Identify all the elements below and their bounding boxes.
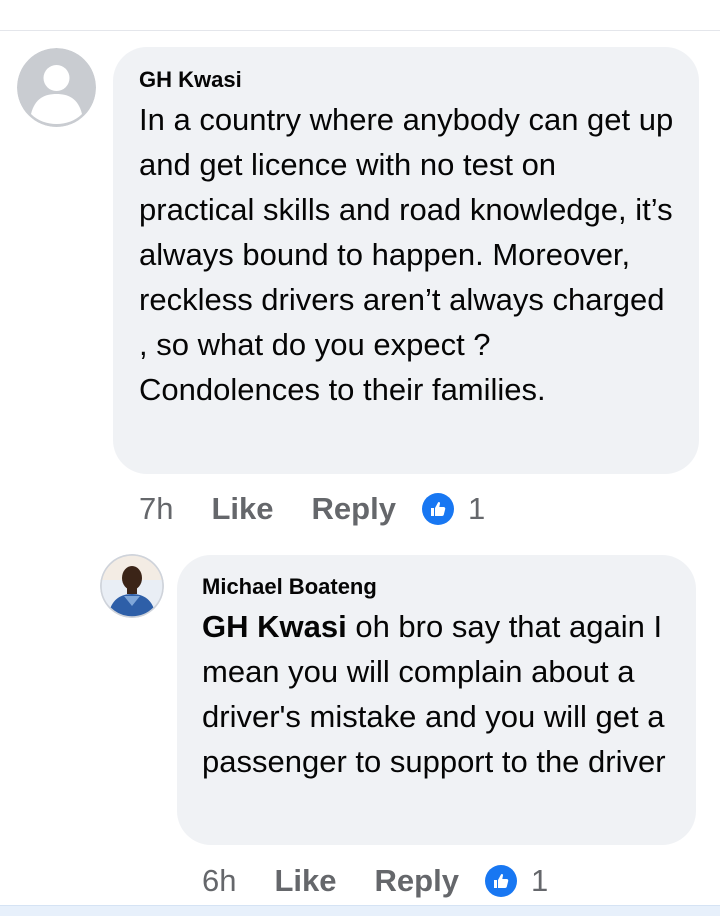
reply-bubble: Michael Boateng GH Kwasi oh bro say that… [177, 555, 696, 845]
comment-bubble: GH Kwasi In a country where anybody can … [113, 47, 699, 474]
comment-author[interactable]: GH Kwasi [139, 67, 675, 93]
reply-button[interactable]: Reply [375, 863, 459, 899]
reaction-count[interactable]: 1 [468, 491, 485, 527]
comment-text: In a country where anybody can get up an… [139, 102, 674, 407]
reply-author[interactable]: Michael Boateng [202, 574, 676, 600]
mention-link[interactable]: GH Kwasi [202, 609, 347, 644]
reply-text: GH Kwasi oh bro say that again I mean yo… [202, 604, 676, 784]
comment-gh-kwasi: GH Kwasi In a country where anybody can … [0, 0, 720, 540]
like-button[interactable]: Like [211, 491, 273, 527]
like-button[interactable]: Like [274, 863, 336, 899]
reply-michael-boateng: Michael Boateng GH Kwasi oh bro say that… [0, 540, 720, 905]
reaction-count[interactable]: 1 [531, 863, 548, 899]
reply-timestamp[interactable]: 6h [202, 863, 236, 899]
bottom-bar [0, 905, 720, 916]
reply-button[interactable]: Reply [312, 491, 396, 527]
comment-actions: 7h Like Reply 1 [139, 489, 485, 529]
thumbs-up-icon[interactable] [484, 865, 517, 897]
user-photo-avatar-icon[interactable] [100, 554, 164, 618]
thumbs-up-icon[interactable] [421, 493, 454, 525]
comment-timestamp[interactable]: 7h [139, 491, 173, 527]
default-profile-avatar-icon[interactable] [17, 48, 96, 127]
reply-actions: 6h Like Reply 1 [202, 861, 548, 901]
